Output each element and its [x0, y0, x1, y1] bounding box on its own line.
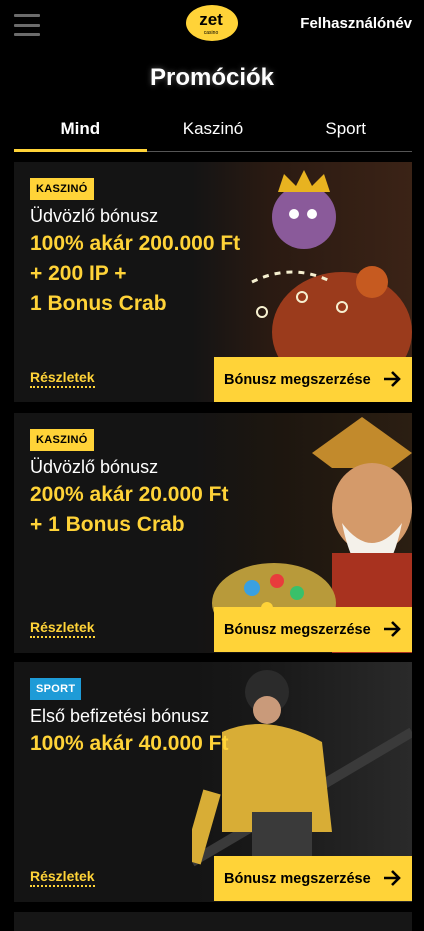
svg-text:zet: zet — [199, 10, 223, 29]
tab-sport[interactable]: Sport — [279, 112, 413, 152]
claim-bonus-label: Bónusz megszerzése — [224, 371, 371, 388]
claim-bonus-label: Bónusz megszerzése — [224, 870, 371, 887]
sport-badge: SPORT — [30, 678, 82, 700]
claim-bonus-button[interactable]: Bónusz megszerzése — [214, 357, 412, 402]
arrow-right-icon — [384, 371, 401, 387]
zet-casino-logo[interactable]: zet casino — [184, 3, 240, 43]
tab-casino[interactable]: Kaszinó — [146, 112, 280, 152]
promo-offer-line: 1 Bonus Crab — [30, 292, 167, 315]
details-link[interactable]: Részletek — [30, 868, 95, 887]
hamburger-menu-icon[interactable] — [14, 14, 40, 36]
promo-title: Üdvözlő bónusz — [30, 457, 159, 477]
promo-tabs: Mind Kaszinó Sport — [14, 112, 413, 152]
arrow-right-icon — [384, 621, 401, 637]
promo-offer-line: 200% akár 20.000 Ft — [30, 483, 229, 506]
claim-bonus-label: Bónusz megszerzése — [224, 621, 371, 638]
promo-card-next — [14, 912, 412, 931]
casino-badge: KASZINÓ — [30, 429, 94, 451]
svg-text:casino: casino — [204, 30, 219, 36]
top-bar: zet casino Felhasználónév — [0, 0, 424, 52]
username-link[interactable]: Felhasználónév — [300, 15, 412, 32]
promo-title: Első befizetési bónusz — [30, 706, 210, 726]
page-title: Promóciók — [149, 64, 275, 91]
arrow-right-icon — [384, 870, 401, 886]
tab-all[interactable]: Mind — [14, 112, 147, 152]
promo-card: KASZINÓ Üdvözlő bónusz 200% akár 20.000 … — [14, 413, 412, 653]
promo-card: KASZINÓ Üdvözlő bónusz 100% akár 200.000… — [14, 162, 412, 402]
promo-offer-line: + 1 Bonus Crab — [30, 513, 185, 536]
details-link[interactable]: Részletek — [30, 619, 95, 638]
details-link[interactable]: Részletek — [30, 369, 95, 388]
claim-bonus-button[interactable]: Bónusz megszerzése — [214, 856, 412, 901]
casino-badge: KASZINÓ — [30, 178, 94, 200]
promo-card: SPORT Első befizetési bónusz 100% akár 4… — [14, 662, 412, 902]
promo-offer-line: 100% akár 40.000 Ft — [30, 732, 229, 755]
promo-offer-line: + 200 IP + — [30, 262, 127, 285]
claim-bonus-button[interactable]: Bónusz megszerzése — [214, 607, 412, 652]
promo-offer-line: 100% akár 200.000 Ft — [30, 232, 241, 255]
promo-title: Üdvözlő bónusz — [30, 206, 159, 226]
